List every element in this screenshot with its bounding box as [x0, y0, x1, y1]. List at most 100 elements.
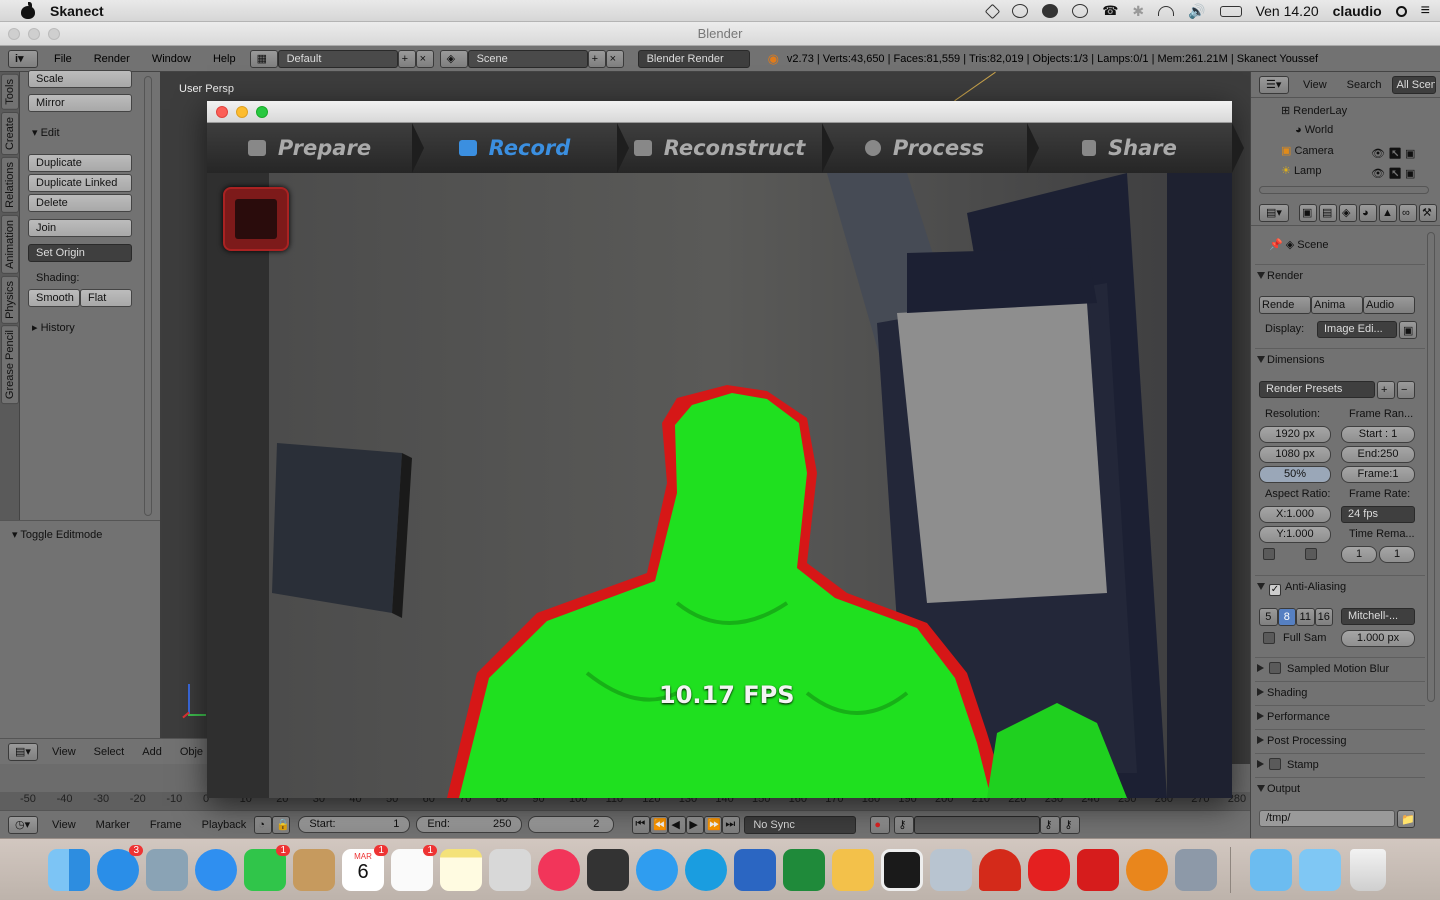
messages-icon[interactable]	[636, 849, 678, 891]
skanect-dock-icon[interactable]	[881, 849, 923, 891]
duplicate-button[interactable]: Duplicate	[28, 154, 132, 172]
itunes-icon[interactable]	[538, 849, 580, 891]
photos-icon[interactable]	[489, 849, 531, 891]
crop-checkbox[interactable]	[1305, 548, 1317, 560]
wifi-icon[interactable]	[1158, 6, 1175, 16]
remove-preset-button[interactable]: −	[1397, 381, 1415, 399]
time-remap-new-field[interactable]: 1	[1379, 546, 1415, 563]
filter-size-field[interactable]: 1.000 px	[1341, 630, 1415, 647]
user-name[interactable]: claudio	[1333, 3, 1382, 19]
contacts-icon[interactable]	[293, 849, 335, 891]
resolution-x-field[interactable]: 1920 px	[1259, 426, 1331, 443]
frame-end-field[interactable]: End:250	[1341, 446, 1415, 463]
sketchup-icon[interactable]	[1077, 849, 1119, 891]
full-sample-checkbox[interactable]	[1263, 632, 1275, 644]
frame-step-field[interactable]: Frame:1	[1341, 466, 1415, 483]
skanect-minimize-button[interactable]	[236, 106, 248, 118]
vp-menu-select[interactable]: Select	[94, 746, 125, 758]
start-frame-field[interactable]: Start: 1	[298, 816, 411, 833]
battery-icon[interactable]	[1219, 5, 1242, 17]
jump-keyframe-back-icon[interactable]: ⏪	[650, 815, 669, 834]
outliner-menu-view[interactable]: View	[1303, 79, 1327, 91]
resolution-y-field[interactable]: 1080 px	[1259, 446, 1331, 463]
notification-center-icon[interactable]: ≡	[1421, 2, 1430, 20]
add-layout-button[interactable]: +	[397, 49, 416, 68]
add-scene-button[interactable]: +	[587, 49, 606, 68]
outliner-menu-search[interactable]: Search	[1347, 79, 1382, 91]
motion-blur-panel-header[interactable]: Sampled Motion Blur	[1255, 657, 1425, 679]
sync-dropdown[interactable]: No Sync	[744, 815, 857, 834]
vp-menu-add[interactable]: Add	[142, 746, 162, 758]
toggle-editmode-header[interactable]: ▾ Toggle Editmode	[12, 528, 102, 541]
pin-icon[interactable]: 📌	[1269, 239, 1283, 251]
screen-layout-icon[interactable]: ▦	[249, 49, 278, 68]
tab-prepare[interactable]: Prepare	[207, 123, 424, 173]
keying-set-field[interactable]	[914, 815, 1041, 834]
word-icon[interactable]	[734, 849, 776, 891]
frame-rate-dropdown[interactable]: 24 fps	[1341, 506, 1415, 523]
aa-samples-5[interactable]: 5	[1259, 608, 1278, 626]
screen-layout-dropdown[interactable]: Default	[277, 49, 398, 68]
object-context-icon[interactable]: ▲	[1379, 203, 1397, 222]
menu-help[interactable]: Help	[213, 53, 236, 65]
render-context-icon[interactable]: ▣	[1299, 203, 1317, 222]
close-window-button[interactable]	[8, 28, 20, 40]
tl-menu-frame[interactable]: Frame	[150, 819, 182, 831]
tab-reconstruct[interactable]: Reconstruct	[617, 123, 834, 173]
frame-start-field[interactable]: Start : 1	[1341, 426, 1415, 443]
time-remap-old-field[interactable]: 1	[1341, 546, 1377, 563]
tl-menu-playback[interactable]: Playback	[202, 819, 247, 831]
editor-type-timeline-icon[interactable]: ◷▾	[8, 815, 38, 834]
keying-set-icon[interactable]: ⚷	[894, 815, 915, 834]
border-checkbox[interactable]	[1263, 548, 1275, 560]
anti-aliasing-panel-header[interactable]: ✓ Anti-Aliasing	[1255, 575, 1425, 597]
outliner-scrollbar[interactable]	[1259, 186, 1429, 194]
menu-window[interactable]: Window	[152, 53, 191, 65]
tl-menu-view[interactable]: View	[52, 819, 76, 831]
tl-menu-marker[interactable]: Marker	[96, 819, 130, 831]
motion-blur-checkbox[interactable]	[1269, 662, 1281, 674]
editor-type-properties-icon[interactable]: ▤▾	[1259, 203, 1289, 222]
aa-filter-dropdown[interactable]: Mitchell-...	[1341, 608, 1415, 625]
tab-process[interactable]: Process	[822, 123, 1039, 173]
trash-icon[interactable]	[1350, 849, 1386, 891]
anti-aliasing-checkbox[interactable]: ✓	[1269, 584, 1281, 596]
browse-folder-icon[interactable]: 📁	[1397, 810, 1415, 828]
history-panel-header[interactable]: ▸ History	[32, 321, 75, 334]
performance-panel-header[interactable]: Performance	[1255, 705, 1425, 727]
join-button[interactable]: Join	[28, 219, 132, 237]
output-path-field[interactable]: /tmp/	[1259, 810, 1395, 827]
play-icon[interactable]: ▶	[686, 815, 705, 834]
lock-interface-icon[interactable]: ▣	[1399, 321, 1417, 339]
output-panel-header[interactable]: Output	[1255, 777, 1425, 799]
meshlab-icon[interactable]	[979, 849, 1021, 891]
set-origin-dropdown[interactable]: Set Origin	[28, 244, 132, 262]
render-audio-button[interactable]: Audio	[1363, 296, 1415, 314]
editor-type-3d-icon[interactable]: ▤▾	[8, 742, 38, 761]
finder-icon[interactable]	[48, 849, 90, 891]
post-processing-panel-header[interactable]: Post Processing	[1255, 729, 1425, 751]
skanect-zoom-button[interactable]	[256, 106, 268, 118]
dimensions-panel-header[interactable]: Dimensions	[1255, 348, 1425, 370]
delete-button[interactable]: Delete	[28, 194, 132, 212]
world-context-icon[interactable]: ◕	[1359, 203, 1377, 222]
outliner-item-renderlayer[interactable]: ⊞ RenderLay	[1281, 104, 1347, 117]
outliner-item-camera[interactable]: ▣ Camera	[1281, 144, 1334, 157]
scene-context-icon[interactable]: ◈	[1339, 203, 1357, 222]
tab-physics[interactable]: Physics	[1, 275, 19, 324]
reminders-icon[interactable]: 1	[391, 845, 437, 891]
smooth-button[interactable]: Smooth	[28, 289, 80, 307]
editor-type-outliner-icon[interactable]: ☰▾	[1259, 75, 1289, 94]
skanect-close-button[interactable]	[216, 106, 228, 118]
preview-icon[interactable]	[146, 849, 188, 891]
scale-button[interactable]: Scale	[28, 70, 132, 88]
sync-icon[interactable]	[1012, 4, 1029, 18]
creative-cloud-icon[interactable]	[1042, 4, 1059, 18]
outliner-scope-dropdown[interactable]: All Scen	[1391, 75, 1436, 94]
apple-menu-icon[interactable]	[20, 1, 36, 19]
render-engine-dropdown[interactable]: Blender Render	[637, 49, 750, 68]
phone-icon[interactable]: ☎	[1102, 3, 1118, 19]
bluetooth-icon[interactable]: ✱	[1132, 3, 1144, 20]
volume-icon[interactable]: 🔊	[1188, 3, 1205, 20]
tab-grease-pencil[interactable]: Grease Pencil	[1, 325, 19, 405]
